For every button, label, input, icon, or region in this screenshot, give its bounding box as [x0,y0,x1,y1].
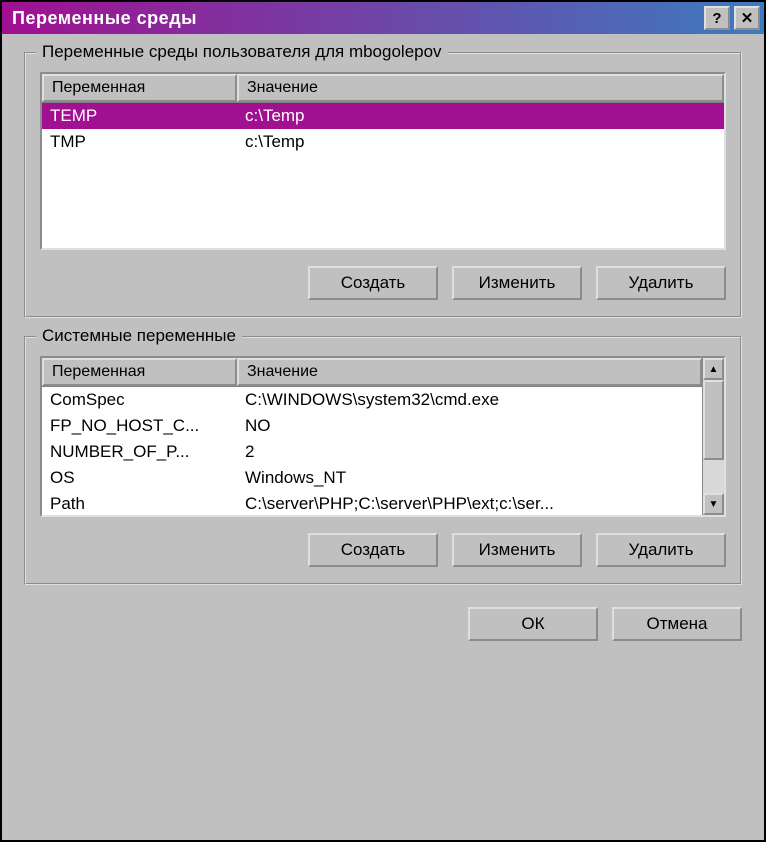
system-variables-list[interactable]: Переменная Значение ComSpec C:\WINDOWS\s… [40,356,726,517]
user-edit-button[interactable]: Изменить [452,266,582,300]
user-variables-list[interactable]: Переменная Значение TEMP c:\Temp TMP c:\… [40,72,726,250]
system-list-body: ComSpec C:\WINDOWS\system32\cmd.exe FP_N… [42,387,702,515]
user-col-variable[interactable]: Переменная [42,74,237,102]
user-list-header: Переменная Значение [42,74,724,103]
table-row[interactable]: NUMBER_OF_P... 2 [42,439,702,465]
system-create-button[interactable]: Создать [308,533,438,567]
scroll-track[interactable] [703,380,724,493]
user-list-body: TEMP c:\Temp TMP c:\Temp [42,103,724,248]
scroll-thumb[interactable] [703,380,724,460]
var-value: c:\Temp [237,103,724,129]
var-value: Windows_NT [237,465,702,491]
var-value: C:\WINDOWS\system32\cmd.exe [237,387,702,413]
window-title: Переменные среды [12,8,700,29]
ok-button[interactable]: ОК [468,607,598,641]
var-value: c:\Temp [237,129,724,155]
table-row[interactable]: TMP c:\Temp [42,129,724,155]
help-button[interactable]: ? [704,6,730,30]
table-row[interactable]: Path C:\server\PHP;C:\server\PHP\ext;c:\… [42,491,702,517]
user-delete-button[interactable]: Удалить [596,266,726,300]
system-group-legend: Системные переменные [36,326,242,346]
var-value: C:\server\PHP;C:\server\PHP\ext;c:\ser..… [237,491,702,517]
system-scrollbar[interactable]: ▲ ▼ [702,358,724,515]
table-row[interactable]: ComSpec C:\WINDOWS\system32\cmd.exe [42,387,702,413]
user-group-legend: Переменные среды пользователя для mbogol… [36,42,448,62]
var-name: TEMP [42,103,237,129]
table-row[interactable]: OS Windows_NT [42,465,702,491]
system-edit-button[interactable]: Изменить [452,533,582,567]
table-row[interactable]: TEMP c:\Temp [42,103,724,129]
user-buttons: Создать Изменить Удалить [40,266,726,300]
user-create-button[interactable]: Создать [308,266,438,300]
var-name: OS [42,465,237,491]
system-col-variable[interactable]: Переменная [42,358,237,386]
var-name: Path [42,491,237,517]
dialog-buttons: ОК Отмена [24,603,742,641]
system-list-header: Переменная Значение [42,358,702,387]
client-area: Переменные среды пользователя для mbogol… [2,34,764,840]
scroll-down-button[interactable]: ▼ [703,493,724,515]
system-delete-button[interactable]: Удалить [596,533,726,567]
cancel-button[interactable]: Отмена [612,607,742,641]
scroll-up-button[interactable]: ▲ [703,358,724,380]
titlebar: Переменные среды ? ✕ [2,2,764,34]
var-name: FP_NO_HOST_C... [42,413,237,439]
system-variables-group: Системные переменные Переменная Значение… [24,336,742,585]
system-col-value[interactable]: Значение [237,358,702,386]
var-name: NUMBER_OF_P... [42,439,237,465]
var-name: ComSpec [42,387,237,413]
user-variables-group: Переменные среды пользователя для mbogol… [24,52,742,318]
user-col-value[interactable]: Значение [237,74,724,102]
environment-variables-dialog: Переменные среды ? ✕ Переменные среды по… [0,0,766,842]
var-value: NO [237,413,702,439]
var-name: TMP [42,129,237,155]
system-buttons: Создать Изменить Удалить [40,533,726,567]
close-button[interactable]: ✕ [734,6,760,30]
close-icon: ✕ [741,9,754,27]
help-icon: ? [712,10,721,27]
table-row[interactable]: FP_NO_HOST_C... NO [42,413,702,439]
var-value: 2 [237,439,702,465]
